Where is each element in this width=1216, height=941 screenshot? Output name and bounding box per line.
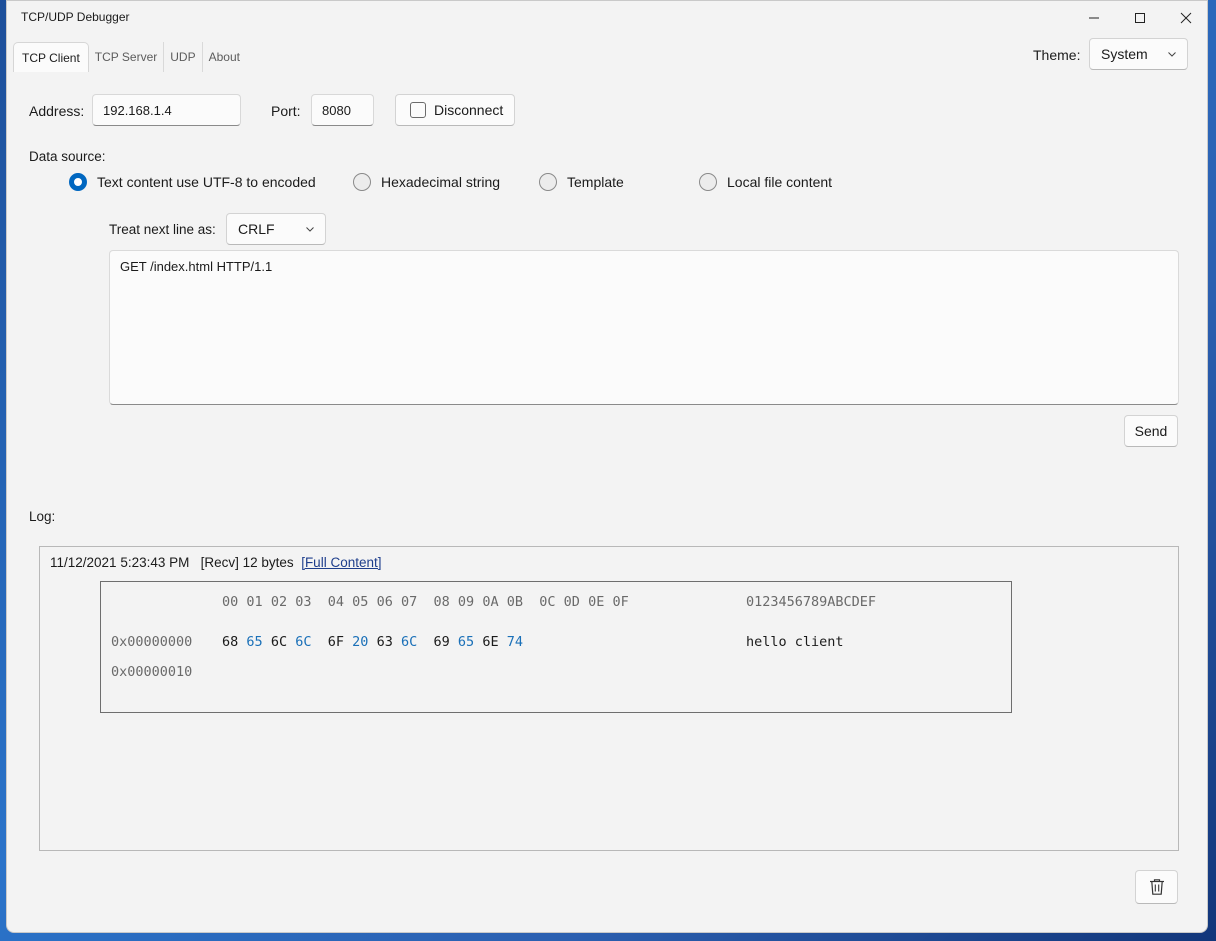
tab-about[interactable]: About xyxy=(203,42,246,72)
radio-label: Hexadecimal string xyxy=(381,174,501,190)
theme-label: Theme: xyxy=(1033,47,1081,63)
address-label: Address: xyxy=(29,103,85,119)
line-ending-select[interactable]: CRLF xyxy=(226,213,326,245)
theme-value: System xyxy=(1101,46,1148,62)
radio-label: Text content use UTF-8 to encoded xyxy=(97,174,316,190)
radio-button[interactable] xyxy=(699,173,717,191)
tab-tcp-server[interactable]: TCP Server xyxy=(89,42,165,72)
log-entry-header: 11/12/2021 5:23:43 PM [Recv] 12 bytes [F… xyxy=(50,555,381,570)
log-meta: [Recv] 12 bytes xyxy=(200,555,294,570)
disconnect-checkbox[interactable] xyxy=(410,102,426,118)
radio-option-file[interactable]: Local file content xyxy=(699,173,832,191)
tab-udp[interactable]: UDP xyxy=(164,42,203,72)
port-label: Port: xyxy=(271,103,301,119)
log-timestamp: 11/12/2021 5:23:43 PM xyxy=(50,555,190,570)
radio-label: Template xyxy=(567,174,624,190)
full-content-link[interactable]: [Full Content] xyxy=(301,555,381,570)
chevron-down-icon xyxy=(1168,52,1176,57)
ascii-header: 0123456789ABCDEF xyxy=(746,594,877,610)
radio-option-utf8[interactable]: Text content use UTF-8 to encoded xyxy=(69,173,316,191)
port-input[interactable]: 8080 xyxy=(311,94,374,126)
hex-bytes: 68 65 6C 6C 6F 20 63 6C 69 65 6E 74 xyxy=(222,634,523,650)
message-textarea[interactable]: GET /index.html HTTP/1.1 xyxy=(109,250,1179,405)
clear-log-button[interactable] xyxy=(1135,870,1178,904)
radio-button[interactable] xyxy=(353,173,371,191)
tab-bar: TCP Client TCP Server UDP About xyxy=(13,42,246,72)
address-input[interactable]: 192.168.1.4 xyxy=(92,94,241,126)
data-source-label: Data source: xyxy=(29,149,106,164)
radio-button[interactable] xyxy=(539,173,557,191)
hex-ascii: hello client xyxy=(746,634,844,650)
hex-header: 00 01 02 03 04 05 06 07 08 09 0A 0B 0C 0… xyxy=(222,594,629,610)
radio-button[interactable] xyxy=(69,173,87,191)
hex-offset: 0x00000000 xyxy=(111,634,193,650)
window-title: TCP/UDP Debugger xyxy=(21,10,130,24)
log-panel: 11/12/2021 5:23:43 PM [Recv] 12 bytes [F… xyxy=(39,546,1179,851)
trash-icon xyxy=(1149,879,1164,895)
theme-select[interactable]: System xyxy=(1089,38,1188,70)
radio-option-hex[interactable]: Hexadecimal string xyxy=(353,173,500,191)
disconnect-label: Disconnect xyxy=(434,102,504,118)
line-ending-label: Treat next line as: xyxy=(109,222,216,237)
app-window: TCP/UDP Debugger TCP Client TCP Server U… xyxy=(6,0,1208,933)
maximize-button[interactable] xyxy=(1117,1,1163,34)
chevron-down-icon xyxy=(306,227,314,232)
maximize-icon xyxy=(1135,12,1145,23)
radio-label: Local file content xyxy=(727,174,833,190)
disconnect-toggle[interactable]: Disconnect xyxy=(395,94,515,126)
hex-offset: 0x00000010 xyxy=(111,664,193,680)
minimize-icon xyxy=(1089,17,1099,18)
radio-option-template[interactable]: Template xyxy=(539,173,624,191)
tab-tcp-client[interactable]: TCP Client xyxy=(13,42,89,72)
close-button[interactable] xyxy=(1163,1,1207,34)
send-button[interactable]: Send xyxy=(1124,415,1178,447)
line-ending-value: CRLF xyxy=(238,221,275,237)
log-label: Log: xyxy=(29,509,56,524)
minimize-button[interactable] xyxy=(1071,1,1117,34)
close-icon xyxy=(1180,12,1192,23)
hex-dump: 00 01 02 03 04 05 06 07 08 09 0A 0B 0C 0… xyxy=(100,581,1012,713)
